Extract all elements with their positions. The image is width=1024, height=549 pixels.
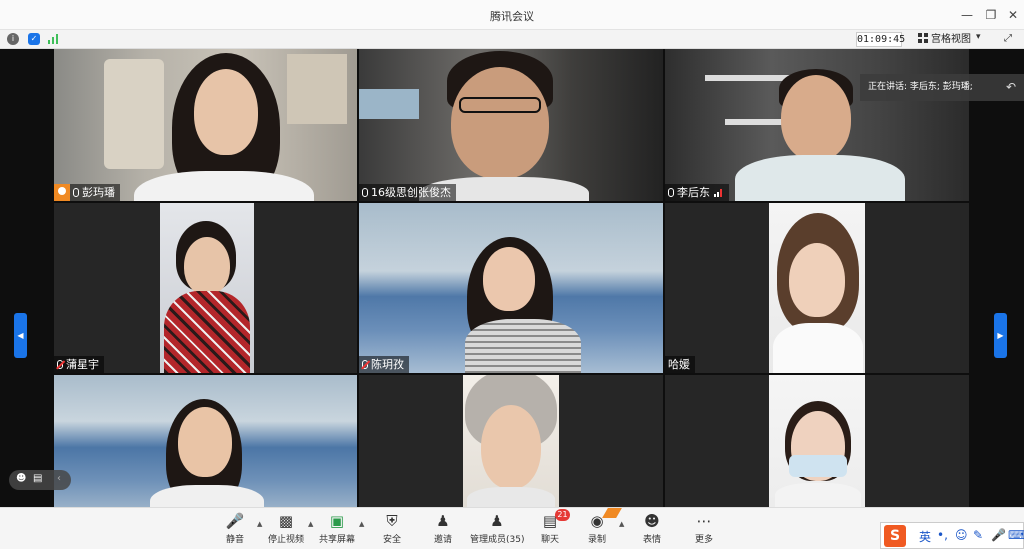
network-signal-icon[interactable]: [48, 34, 60, 44]
shield-icon: ⛨: [386, 512, 398, 530]
more-dots-icon: ⋯: [696, 512, 712, 530]
video-grid: 彭玙璠 16级思创张俊杰 李后东 蒲星宇 陈玥孜 哈媛 ◀ ▶: [0, 49, 1024, 507]
participant-name-tag: 李后东: [665, 184, 729, 201]
view-mode-button[interactable]: 宫格视图: [918, 32, 971, 47]
participant-video: [54, 375, 357, 507]
meeting-timer: 01:09:45: [856, 32, 906, 47]
mic-muted-icon: [57, 360, 63, 369]
video-tile[interactable]: [54, 375, 357, 507]
stop-video-button[interactable]: ▩ 停止视频: [263, 511, 309, 549]
invite-button[interactable]: ♟ 邀请: [420, 511, 466, 549]
chevron-down-icon[interactable]: ▾: [976, 32, 981, 42]
participant-video: [54, 49, 357, 201]
emoji-icon[interactable]: ☺: [955, 528, 968, 542]
mute-options-chevron-icon[interactable]: ▲: [257, 520, 262, 528]
close-icon[interactable]: ✕: [1004, 6, 1022, 24]
ime-toolbar: S 英 •, ☺ ✎ 🎤 ⌨: [880, 522, 1024, 549]
security-button[interactable]: ⛨ 安全: [369, 511, 415, 549]
participant-name-tag: 彭玙璠: [70, 184, 120, 201]
record-options-chevron-icon[interactable]: ▲: [619, 520, 624, 528]
meeting-info-bar: i ✓ 01:09:45 宫格视图 ▾ ⤢: [0, 30, 1024, 49]
participant-name-tag: 蒲星宇: [54, 356, 104, 373]
share-screen-icon: ▣: [329, 512, 345, 530]
sogou-logo-icon[interactable]: S: [884, 525, 906, 547]
back-arrow-icon[interactable]: ↶: [1006, 74, 1016, 101]
smiley-icon: ☻: [644, 512, 660, 530]
mic-icon: [362, 188, 368, 197]
chat-unread-badge: 21: [555, 509, 570, 521]
emoji-icon[interactable]: ☻: [16, 473, 26, 484]
share-screen-button[interactable]: ▣ 共享屏幕: [314, 511, 360, 549]
video-tile[interactable]: 16级思创张俊杰: [359, 49, 663, 201]
pen-icon[interactable]: ✎: [973, 528, 983, 542]
microphone-icon[interactable]: 🎤: [991, 528, 1006, 542]
reactions-button[interactable]: ☻ 表情: [629, 511, 675, 549]
mute-button[interactable]: 🎤 静音: [212, 511, 258, 549]
collapse-icon[interactable]: ‹: [57, 473, 61, 484]
manage-members-button[interactable]: ♟ 管理成员(35): [470, 511, 524, 549]
info-icon[interactable]: i: [7, 33, 19, 45]
meeting-toolbar: 🎤 静音 ▲ ▩ 停止视频 ▲ ▣ 共享屏幕 ▲ ⛨ 安全 ♟ 邀请 ♟ 管理成…: [0, 507, 1024, 549]
video-tile[interactable]: 哈媛: [665, 203, 969, 373]
participant-name-tag: 哈媛: [665, 356, 695, 373]
microphone-icon: 🎤: [225, 512, 245, 530]
view-mode-label: 宫格视图: [931, 34, 971, 45]
weak-signal-icon: [714, 188, 724, 197]
shield-icon[interactable]: ✓: [28, 33, 40, 45]
chat-bubble-icon[interactable]: ▤: [33, 473, 42, 484]
keyboard-icon[interactable]: ⌨: [1008, 528, 1024, 542]
video-tile[interactable]: [359, 375, 663, 507]
chat-icon: ▤ 21: [527, 509, 573, 531]
prev-page-button[interactable]: ◀: [14, 313, 27, 358]
grid-view-icon: [918, 33, 928, 43]
video-tile-active[interactable]: 李后东: [665, 49, 969, 201]
share-options-chevron-icon[interactable]: ▲: [359, 520, 364, 528]
ime-lang-toggle[interactable]: 英: [919, 528, 931, 545]
face-mask: [789, 455, 847, 477]
chat-button[interactable]: ▤ 21 聊天: [527, 509, 573, 549]
participant-video: [769, 375, 865, 507]
fullscreen-icon[interactable]: ⤢: [1004, 33, 1012, 44]
participant-video: [359, 203, 663, 373]
participant-video: [160, 203, 254, 373]
video-tile[interactable]: [665, 375, 969, 507]
video-options-chevron-icon[interactable]: ▲: [308, 520, 313, 528]
camera-icon: ▩: [278, 512, 294, 530]
members-icon: ♟: [490, 512, 504, 530]
punctuation-icon[interactable]: •,: [937, 528, 948, 542]
participant-video: [665, 49, 969, 201]
participant-video: [463, 375, 559, 507]
host-badge-icon: [54, 184, 70, 201]
participant-name-tag: 陈玥孜: [359, 356, 409, 373]
speaking-indicator: 正在讲话: 李后东; 彭玙璠; ↶: [860, 74, 1024, 101]
participant-video: [769, 203, 865, 373]
restore-icon[interactable]: ❐: [982, 6, 1000, 24]
more-button[interactable]: ⋯ 更多: [681, 511, 727, 549]
next-page-button[interactable]: ▶: [994, 313, 1007, 358]
add-user-icon: ♟: [436, 512, 450, 530]
video-tile[interactable]: 陈玥孜: [359, 203, 663, 373]
video-tile[interactable]: 蒲星宇: [54, 203, 357, 373]
video-tile[interactable]: 彭玙璠: [54, 49, 357, 201]
mic-muted-icon: [362, 360, 368, 369]
participant-video: [359, 49, 663, 201]
minimize-icon[interactable]: —: [958, 6, 976, 24]
title-bar: 腾讯会议 — ❐ ✕: [0, 0, 1024, 30]
mic-icon: [668, 188, 674, 197]
participant-name-tag: 16级思创张俊杰: [359, 184, 456, 201]
window-title: 腾讯会议: [490, 10, 534, 23]
floating-toolbar: ☻ ▤ ‹: [9, 470, 71, 490]
mic-icon: [73, 188, 79, 197]
